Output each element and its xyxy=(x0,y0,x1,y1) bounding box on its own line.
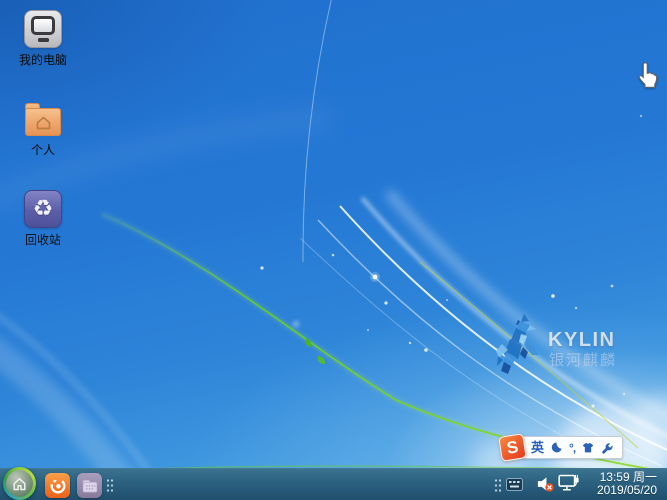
wrench-icon[interactable] xyxy=(601,441,614,454)
firefox-icon xyxy=(50,478,65,493)
start-menu-button[interactable] xyxy=(3,467,36,500)
desktop-icon-label: 个人 xyxy=(30,143,55,157)
keyboard-icon[interactable] xyxy=(506,478,523,496)
skin-icon[interactable] xyxy=(581,442,595,454)
punctuation-toggle[interactable]: °, xyxy=(569,442,576,454)
kylin-creature-icon xyxy=(496,314,539,374)
ime-bar: 英 °, xyxy=(521,436,624,459)
watermark-subtitle: 银河麒麟 xyxy=(549,352,618,369)
taskbar: 13:59 周一 2019/05/20 xyxy=(0,467,667,500)
sogou-logo[interactable]: S xyxy=(498,433,527,462)
volume-muted-icon[interactable] xyxy=(536,475,555,498)
ime-toolbar[interactable]: S 英 °, xyxy=(498,433,624,462)
house-icon xyxy=(13,478,26,491)
watermark-title: KYLIN xyxy=(548,329,616,351)
desktop-icon-recycle-bin[interactable]: ♻ 回收站 xyxy=(5,190,81,248)
network-icon[interactable] xyxy=(558,473,580,498)
desktop-icon-label: 回收站 xyxy=(24,233,61,247)
file-manager-button[interactable] xyxy=(77,473,102,498)
file-manager-icon xyxy=(82,479,97,492)
sogou-logo-letter: S xyxy=(505,437,520,458)
desktop-icon-personal[interactable]: 个人 xyxy=(5,100,81,158)
recycle-glyph: ♻ xyxy=(32,195,54,222)
monitor-screen xyxy=(31,16,55,35)
home-folder-icon xyxy=(24,100,62,138)
monitor-icon xyxy=(24,10,62,48)
firefox-button[interactable] xyxy=(45,473,70,498)
drag-handle[interactable] xyxy=(494,478,501,492)
moon-icon[interactable] xyxy=(550,441,563,454)
clock[interactable]: 13:59 周一 2019/05/20 xyxy=(597,471,657,497)
desktop[interactable]: 我的电脑 个人 ♻ 回收站 KYLIN 银河麒麟 S 英 °, 13:59 周一… xyxy=(0,0,667,500)
start-inner xyxy=(6,470,33,497)
wallpaper-art xyxy=(0,0,667,500)
folder-body xyxy=(25,108,61,136)
desktop-icon-my-computer[interactable]: 我的电脑 xyxy=(5,10,81,68)
kylin-watermark: KYLIN 银河麒麟 xyxy=(496,314,646,376)
clock-date: 2019/05/20 xyxy=(596,483,657,497)
ime-language-toggle[interactable]: 英 xyxy=(531,441,544,454)
house-outline-icon xyxy=(36,116,50,129)
desktop-icon-label: 我的电脑 xyxy=(18,53,67,67)
recycle-icon: ♻ xyxy=(24,190,62,228)
hand-cursor-icon xyxy=(638,62,658,88)
monitor-stand xyxy=(37,38,49,42)
drag-handle[interactable] xyxy=(106,478,113,492)
